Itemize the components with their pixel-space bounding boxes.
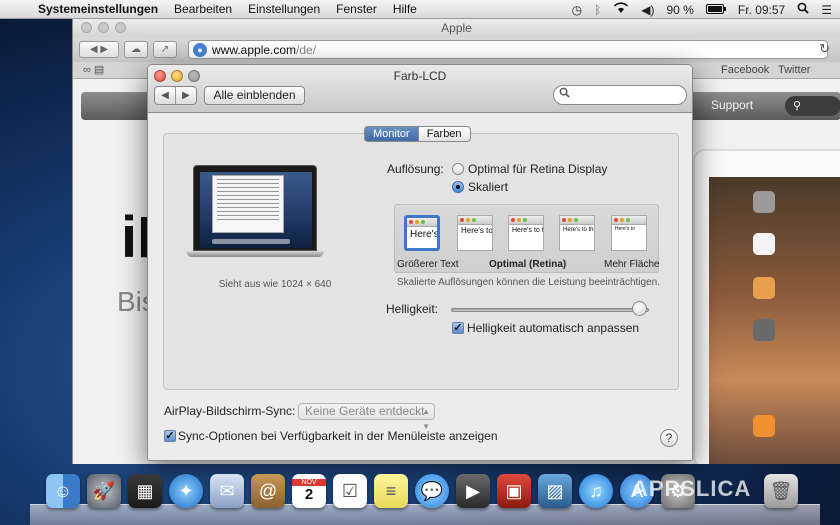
label-larger-text: Größerer Text <box>397 259 459 270</box>
finder-icon[interactable]: ☺ <box>46 474 80 508</box>
list-icon[interactable]: ☰ <box>821 3 832 17</box>
resolution-thumb-4[interactable]: Here's to the <box>559 215 595 251</box>
brightness-slider[interactable] <box>451 308 649 312</box>
ipad-screen <box>709 177 840 464</box>
airplay-label: AirPlay-Bildschirm-Sync: <box>164 404 296 418</box>
browser-toolbar: ◀ ▶ ☁ ↗ ● www.apple.com/de/ <box>73 37 840 62</box>
resolution-thumb-2[interactable]: Here's to <box>457 215 493 251</box>
watermark-logo: APPSLICA <box>632 476 752 501</box>
contacts-icon[interactable]: @ <box>251 474 285 508</box>
zoom-icon[interactable] <box>115 22 126 33</box>
battery-icon <box>705 3 726 17</box>
url-field[interactable]: ● www.apple.com/de/ <box>188 40 828 59</box>
airplay-popup[interactable]: Keine Geräte entdeckt ▲ ▼ <box>298 403 435 431</box>
messages-icon[interactable]: 💬 <box>415 474 449 508</box>
prefs-titlebar: Farb-LCD ◀ ▶ Alle einblenden <box>148 65 692 113</box>
auto-brightness-checkbox[interactable]: ✓ <box>452 322 464 334</box>
resolution-thumb-optimal[interactable]: Here's to th <box>508 215 544 251</box>
display-preferences-window: Farb-LCD ◀ ▶ Alle einblenden Monitor Far… <box>147 64 693 461</box>
browser-window-controls <box>81 22 126 33</box>
ipad-image <box>693 149 840 464</box>
bluetooth-icon[interactable]: ᛒ <box>594 3 601 17</box>
label-optimal-retina: Optimal (Retina) <box>489 259 567 270</box>
menu-bearbeiten[interactable]: Bearbeiten <box>166 2 240 16</box>
menu-hilfe[interactable]: Hilfe <box>385 2 425 16</box>
resolution-thumb-larger-text[interactable]: Here's <box>404 215 440 251</box>
url-host: www.apple.com <box>212 42 297 57</box>
tab-farben[interactable]: Farben <box>417 126 471 142</box>
iphoto-icon[interactable]: ▨ <box>538 474 572 508</box>
bookmark-twitter[interactable]: Twitter <box>778 64 810 76</box>
url-path: /de/ <box>296 42 317 57</box>
spotlight-icon[interactable] <box>797 2 809 17</box>
minimize-icon[interactable] <box>98 22 109 33</box>
search-icon <box>559 87 570 101</box>
option-scaled-label[interactable]: Skaliert <box>468 180 508 194</box>
itunes-icon[interactable]: ♫ <box>579 474 613 508</box>
browser-titlebar: Apple <box>73 19 840 37</box>
bookmark-facebook[interactable]: Facebook <box>721 64 769 76</box>
tab-monitor[interactable]: Monitor <box>364 126 418 142</box>
globe-icon: ● <box>193 42 207 57</box>
resolution-thumb-more-space[interactable]: Here's to <box>611 215 647 251</box>
menu-fenster[interactable]: Fenster <box>328 2 385 16</box>
scaling-performance-note: Skalierte Auflösungen können die Leistun… <box>397 277 660 288</box>
option-optimal-retina-label[interactable]: Optimal für Retina Display <box>468 162 607 176</box>
looks-like-label: Sieht aus wie 1024 × 640 <box>218 279 332 290</box>
status-area: ◷ ᛒ ◀) 90 % Fr. 09:57 ☰ <box>572 0 832 19</box>
mail-icon[interactable]: ✉ <box>210 474 244 508</box>
resolution-label: Auflösung: <box>387 162 444 176</box>
trash-icon[interactable]: 🗑 <box>764 474 798 508</box>
macbook-preview-image <box>186 165 324 257</box>
calendar-icon[interactable]: NOV 2 <box>292 474 326 508</box>
reading-list-icon[interactable]: ∞ ▤ <box>83 63 104 76</box>
help-button[interactable]: ? <box>660 429 678 447</box>
back-arrow-icon[interactable]: ◀ <box>155 87 176 104</box>
battery-label[interactable]: 90 % <box>667 3 694 17</box>
facetime-icon[interactable]: ▶ <box>456 474 490 508</box>
launchpad-icon[interactable]: 🚀 <box>87 474 121 508</box>
back-forward-buttons[interactable]: ◀ ▶ <box>79 41 119 58</box>
menu-einstellungen[interactable]: Einstellungen <box>240 2 328 16</box>
forward-arrow-icon[interactable]: ▶ <box>176 87 196 104</box>
photo-booth-icon[interactable]: ▣ <box>497 474 531 508</box>
radio-optimal-retina[interactable] <box>452 163 464 175</box>
auto-brightness-label[interactable]: Helligkeit automatisch anpassen <box>467 321 639 335</box>
site-search-icon[interactable]: ⚲ <box>785 96 840 116</box>
browser-title: Apple <box>441 21 472 35</box>
label-more-space: Mehr Fläche <box>604 259 660 270</box>
menu-bar: Systemeinstellungen Bearbeiten Einstellu… <box>0 0 840 19</box>
share-icon[interactable]: ↗ <box>153 41 177 58</box>
sync-options-label[interactable]: Sync-Optionen bei Verfügbarkeit in der M… <box>178 429 498 443</box>
icloud-tabs-icon[interactable]: ☁ <box>124 41 148 58</box>
radio-scaled[interactable] <box>452 181 464 193</box>
time-machine-icon[interactable]: ◷ <box>572 3 582 17</box>
wifi-icon[interactable] <box>613 2 629 17</box>
safari-icon[interactable]: ✦ <box>169 474 203 508</box>
airplay-popup-value: Keine Geräte entdeckt <box>305 404 425 418</box>
sync-options-checkbox[interactable]: ✓ <box>164 430 176 442</box>
close-icon[interactable] <box>81 22 92 33</box>
mission-control-icon[interactable]: ▦ <box>128 474 162 508</box>
reminders-icon[interactable]: ☑ <box>333 474 367 508</box>
volume-icon[interactable]: ◀) <box>641 3 654 17</box>
brightness-label: Helligkeit: <box>386 302 439 316</box>
reload-icon[interactable]: ↻ <box>819 41 830 57</box>
menu-app-name[interactable]: Systemeinstellungen <box>30 2 166 16</box>
notes-icon[interactable]: ≡ <box>374 474 408 508</box>
back-forward-control: ◀ ▶ <box>154 86 197 105</box>
prefs-search-field[interactable] <box>553 85 687 105</box>
clock-label[interactable]: Fr. 09:57 <box>738 3 785 17</box>
nav-support[interactable]: Support <box>711 98 753 112</box>
prefs-title: Farb-LCD <box>393 69 447 83</box>
tab-bar: Monitor Farben <box>364 126 471 142</box>
scaled-resolution-picker: Here's Here's to Here's to th Here's to … <box>394 204 660 273</box>
show-all-button[interactable]: Alle einblenden <box>204 86 305 105</box>
brightness-slider-knob[interactable] <box>631 301 647 316</box>
